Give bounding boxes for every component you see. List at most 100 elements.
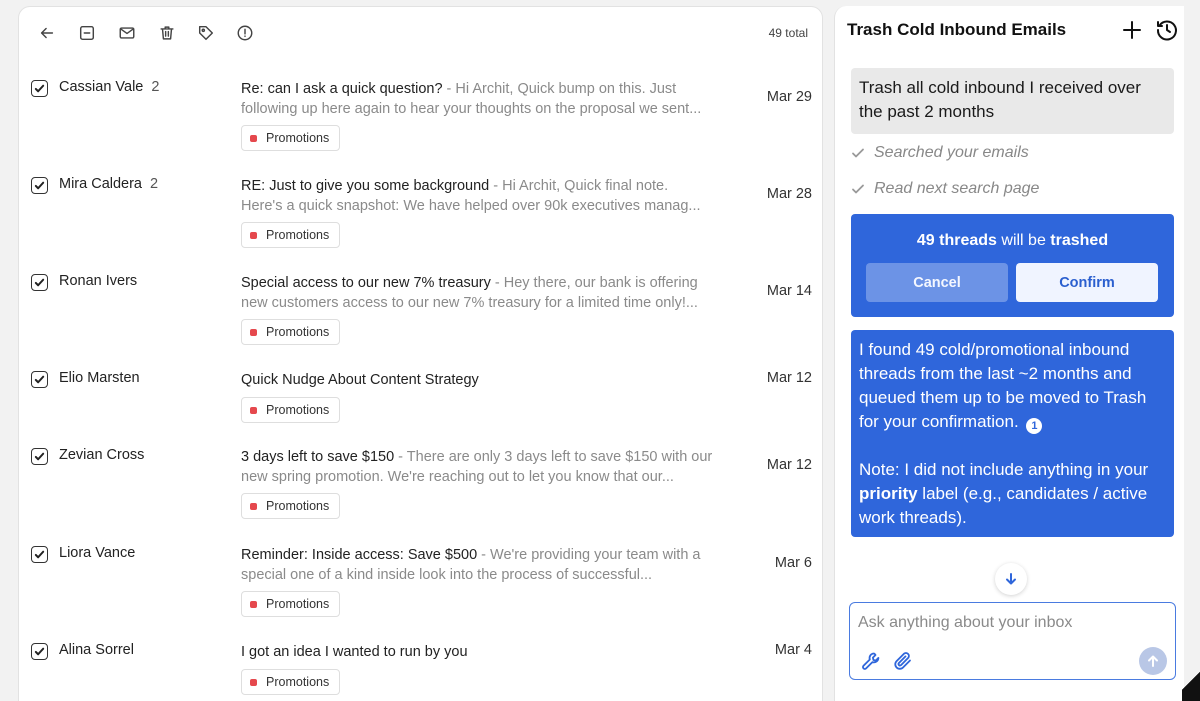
email-row[interactable]: Cassian Vale 2 Re: can I ask a quick quest…	[19, 67, 822, 164]
row-checkbox[interactable]	[31, 371, 48, 388]
email-row[interactable]: Liora Vance Reminder: Inside access: Save…	[19, 533, 822, 630]
assistant-reply: I found 49 cold/promotional inbound thre…	[851, 330, 1174, 537]
label-color-dot	[250, 231, 257, 239]
citation-badge[interactable]: 1	[1026, 418, 1043, 434]
cancel-button[interactable]: Cancel	[866, 263, 1008, 302]
back-arrow-icon[interactable]	[37, 23, 57, 43]
email-subject: I got an idea I wanted to run by you	[241, 644, 468, 660]
check-icon	[852, 184, 864, 194]
subject-separator: -	[490, 275, 504, 291]
email-row[interactable]: Alina Sorrel I got an idea I wanted to ru…	[19, 630, 822, 701]
email-date: Mar 14	[766, 283, 812, 299]
email-subject: RE: Just to give you some background	[241, 178, 490, 194]
check-icon	[34, 550, 45, 559]
label-chip[interactable]: Promotions	[241, 222, 341, 248]
scroll-down-button[interactable]	[995, 563, 1027, 595]
sender-name: Elio Marsten	[59, 370, 140, 386]
email-date: Mar 12	[766, 457, 812, 473]
arrow-down-icon	[1006, 573, 1016, 585]
label-color-dot	[250, 328, 257, 336]
row-checkbox[interactable]	[31, 177, 48, 194]
label-chip[interactable]: Promotions	[241, 397, 341, 423]
label-text: Promotions	[266, 131, 330, 145]
thread-count: 2	[150, 176, 159, 192]
plus-icon	[1123, 21, 1141, 39]
email-preview: RE: Just to give you some background - H…	[241, 176, 713, 216]
email-subject: Reminder: Inside access: Save $500	[241, 547, 478, 563]
check-icon	[34, 181, 45, 190]
email-subject: Quick Nudge About Content Strategy	[241, 372, 479, 388]
send-button[interactable]	[1139, 647, 1167, 675]
email-row[interactable]: Mira Caldera 2 RE: Just to give you some b…	[19, 164, 822, 261]
mail-icon[interactable]	[117, 23, 137, 43]
new-chat-button[interactable]	[1121, 19, 1143, 41]
row-checkbox[interactable]	[31, 80, 48, 97]
email-preview: 3 days left to save $150 - There are onl…	[241, 447, 713, 487]
label-chip[interactable]: Promotions	[241, 591, 341, 617]
reply-note: Note: I did not include anything in your…	[859, 460, 1149, 527]
label-color-dot	[250, 678, 257, 686]
email-date: Mar 4	[774, 642, 812, 658]
trash-icon[interactable]	[157, 23, 177, 43]
email-preview: Re: can I ask a quick question? - Hi Arc…	[241, 79, 713, 119]
row-checkbox[interactable]	[31, 546, 48, 563]
reply-paragraph: I found 49 cold/promotional inbound thre…	[859, 340, 1147, 434]
user-message: Trash all cold inbound I received over t…	[851, 68, 1174, 134]
label-text: Promotions	[266, 499, 330, 513]
label-color-dot	[250, 134, 257, 142]
label-text: Promotions	[266, 403, 330, 417]
paperclip-icon	[894, 652, 911, 670]
email-preview: Reminder: Inside access: Save $500 - We'…	[241, 545, 713, 585]
email-date: Mar 29	[766, 89, 812, 105]
row-checkbox[interactable]	[31, 643, 48, 660]
label-chip[interactable]: Promotions	[241, 493, 341, 519]
label-chip[interactable]: Promotions	[241, 125, 341, 151]
label-text: Promotions	[266, 675, 330, 689]
subject-separator: -	[489, 178, 503, 194]
subject-separator: -	[477, 547, 491, 563]
confirm-button[interactable]: Confirm	[1016, 263, 1158, 302]
email-preview: I got an idea I wanted to run by you	[241, 642, 713, 662]
email-row[interactable]: Zevian Cross 3 days left to save $150 - T…	[19, 435, 822, 532]
email-subject: Re: can I ask a quick question?	[241, 81, 443, 97]
archive-icon[interactable]	[77, 23, 97, 43]
sender-name: Ronan Ivers	[59, 273, 138, 289]
check-icon	[34, 647, 45, 656]
email-row[interactable]: Ronan Ivers Special access to our new 7% …	[19, 261, 822, 358]
step-item: Searched your emails	[851, 144, 1029, 162]
label-color-dot	[250, 406, 257, 414]
tag-icon[interactable]	[196, 23, 216, 43]
history-icon	[1156, 20, 1177, 41]
row-checkbox[interactable]	[31, 448, 48, 465]
confirmation-text: 49 threads will be trashed	[916, 232, 1109, 249]
check-icon	[34, 84, 45, 93]
email-preview: Quick Nudge About Content Strategy	[241, 370, 713, 390]
chat-input[interactable]	[858, 611, 1158, 635]
email-preview: Special access to our new 7% treasury - …	[241, 273, 713, 313]
row-checkbox[interactable]	[31, 274, 48, 291]
history-button[interactable]	[1155, 18, 1179, 42]
label-chip[interactable]: Promotions	[241, 319, 341, 345]
label-text: Promotions	[266, 325, 330, 339]
attach-button[interactable]	[892, 650, 914, 672]
email-list-pane: 49 total Cassian Vale 2 Re: can I ask a qu…	[18, 6, 823, 701]
alert-icon[interactable]	[235, 23, 255, 43]
window-corner	[1182, 661, 1200, 701]
tools-button[interactable]	[860, 650, 882, 672]
label-chip[interactable]: Promotions	[241, 669, 341, 695]
check-icon	[34, 278, 45, 287]
check-icon	[34, 375, 45, 384]
sender-name: Liora Vance	[59, 545, 136, 561]
sender-name: Zevian Cross	[59, 447, 145, 463]
email-date: Mar 6	[774, 555, 812, 571]
email-subject: Special access to our new 7% treasury	[241, 275, 491, 291]
chat-input-box	[849, 602, 1176, 680]
email-date: Mar 28	[766, 186, 812, 202]
email-date: Mar 12	[766, 370, 812, 386]
email-toolbar: 49 total	[19, 7, 822, 59]
subject-separator: -	[442, 81, 456, 97]
assistant-title: Trash Cold Inbound Emails	[847, 20, 1067, 39]
step-item: Read next search page	[851, 180, 1039, 198]
assistant-pane: Trash Cold Inbound Emails Trash all cold…	[834, 6, 1184, 701]
label-color-dot	[250, 600, 257, 608]
